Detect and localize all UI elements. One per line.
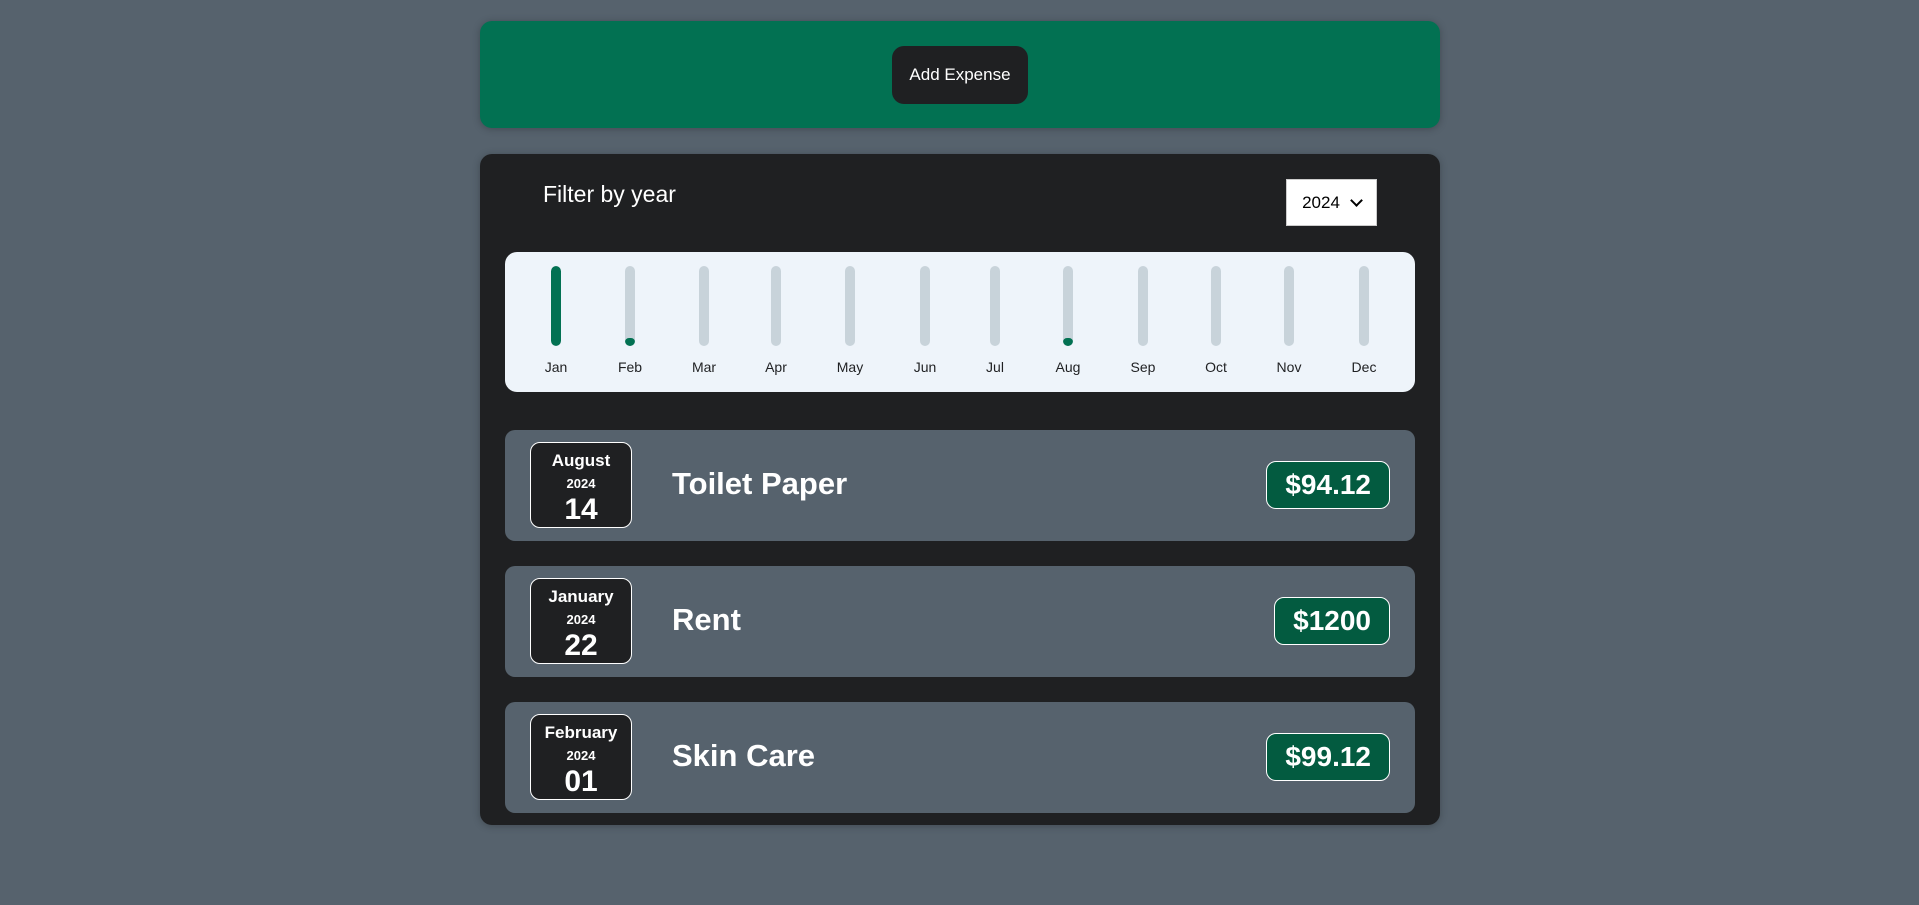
expense-title: Toilet Paper — [672, 466, 848, 501]
chart-bar-track — [920, 266, 930, 346]
expense-date: August 2024 14 — [530, 442, 632, 528]
chart-bar-label: May — [836, 359, 864, 375]
chart-bar-track — [845, 266, 855, 346]
chart-bar-track — [699, 266, 709, 346]
chart-bar-label: Apr — [765, 359, 787, 375]
expense-date-year: 2024 — [566, 476, 596, 491]
chart-bar-label: Jul — [986, 359, 1004, 375]
expense-amount: $1200 — [1274, 597, 1390, 645]
chart-bar-mar: Mar — [672, 266, 736, 375]
chart-bar-label: Sep — [1130, 359, 1156, 375]
chart-bar-track — [551, 266, 561, 346]
expense-date-month: February — [544, 723, 618, 742]
chart-bar-label: Nov — [1276, 359, 1302, 375]
expense-item[interactable]: January 2024 22 Rent $1200 — [505, 566, 1415, 677]
expense-date-day: 01 — [564, 765, 598, 798]
chart-bar-track — [1211, 266, 1221, 346]
chart-bar-fill — [625, 338, 635, 346]
chart-bar-dec: Dec — [1332, 266, 1396, 375]
filter-label: Filter by year — [543, 181, 676, 207]
chart-bar-track — [1063, 266, 1073, 346]
chart-bar-label: Dec — [1351, 359, 1377, 375]
chart-bar-may: May — [818, 266, 882, 375]
add-expense-button[interactable]: Add Expense — [892, 46, 1028, 104]
expense-date-day: 14 — [564, 493, 598, 526]
new-expense-panel: Add Expense — [480, 21, 1440, 128]
chart-bar-label: Jan — [544, 359, 568, 375]
chart-bar-feb: Feb — [598, 266, 662, 375]
expense-date: February 2024 01 — [530, 714, 632, 800]
expense-date-month: August — [551, 451, 611, 470]
expense-date-year: 2024 — [566, 612, 596, 627]
chart-bar-track — [625, 266, 635, 346]
expense-title: Rent — [672, 602, 741, 637]
chart-bar-nov: Nov — [1257, 266, 1321, 375]
chart-bar-label: Jun — [913, 359, 937, 375]
expense-item[interactable]: August 2024 14 Toilet Paper $94.12 — [505, 430, 1415, 541]
chart-bar-sep: Sep — [1111, 266, 1175, 375]
chart-bar-jul: Jul — [963, 266, 1027, 375]
expense-amount: $99.12 — [1266, 733, 1390, 781]
expense-title: Skin Care — [672, 738, 816, 773]
year-select[interactable]: 2024 — [1286, 179, 1377, 226]
chart-bar-oct: Oct — [1184, 266, 1248, 375]
chart-bar-label: Aug — [1055, 359, 1081, 375]
chart-bar-aug: Aug — [1036, 266, 1100, 375]
chart-bar-label: Mar — [691, 359, 717, 375]
expense-amount: $94.12 — [1266, 461, 1390, 509]
expense-date-day: 22 — [564, 629, 598, 662]
expenses-panel: Filter by year 2024 Jan Feb Mar Apr May Jun Ju… — [480, 154, 1440, 825]
chart-bar-jan: Jan — [524, 266, 588, 375]
expense-date: January 2024 22 — [530, 578, 632, 664]
expense-date-year: 2024 — [566, 748, 596, 763]
expenses-chart: Jan Feb Mar Apr May Jun Jul Aug Sep Oct Nov Dec — [505, 252, 1415, 392]
year-select-value: 2024 — [1302, 192, 1340, 212]
chart-bar-track — [1359, 266, 1369, 346]
expense-item[interactable]: February 2024 01 Skin Care $99.12 — [505, 702, 1415, 813]
chart-bar-fill — [1063, 338, 1073, 346]
expense-date-month: January — [548, 587, 614, 606]
chart-bar-track — [1138, 266, 1148, 346]
chart-bar-track — [1284, 266, 1294, 346]
chart-bar-fill — [551, 266, 561, 346]
chart-bar-jun: Jun — [893, 266, 957, 375]
chart-bar-track — [990, 266, 1000, 346]
chart-bar-track — [771, 266, 781, 346]
chart-bar-label: Feb — [617, 359, 643, 375]
chart-bar-apr: Apr — [744, 266, 808, 375]
chart-bar-label: Oct — [1205, 359, 1227, 375]
chevron-down-icon — [1350, 193, 1363, 207]
